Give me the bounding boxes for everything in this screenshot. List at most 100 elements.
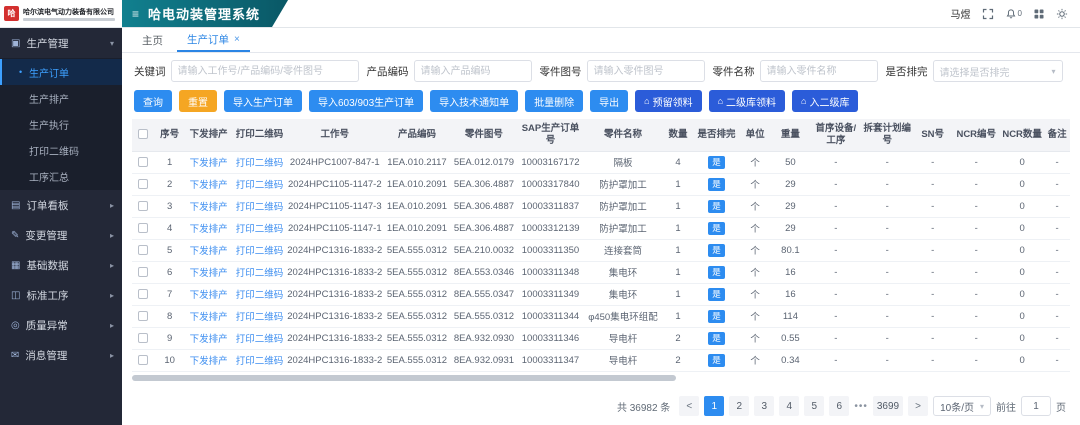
import-603-903-order-button[interactable]: 导入603/903生产订单	[309, 90, 423, 112]
secondary-store-picking-button[interactable]: ⌂二级库领料	[709, 90, 785, 112]
scheduled-badge: 是	[708, 178, 725, 191]
print-qrcode-link[interactable]: 打印二维码	[236, 290, 284, 301]
print-qrcode-link[interactable]: 打印二维码	[236, 224, 284, 235]
page-size-select[interactable]: 10条/页 ▾	[933, 396, 991, 416]
dispatch-link[interactable]: 下发排产	[190, 268, 228, 279]
print-qrcode-link[interactable]: 打印二维码	[236, 268, 284, 279]
sidebar-item-change-management[interactable]: ✎变更管理▸	[0, 220, 122, 250]
collapse-sidebar-icon[interactable]: ≡	[132, 7, 140, 21]
sidebar-subitem[interactable]: 打印二维码	[0, 137, 122, 163]
scheduled-select[interactable]: 请选择是否排完▾	[933, 60, 1063, 82]
row-checkbox[interactable]	[138, 333, 148, 343]
cell-seq: 7	[155, 283, 184, 305]
select-all-header	[132, 119, 155, 151]
tab-label: 主页	[142, 33, 163, 48]
page-button-1[interactable]: 1	[704, 396, 724, 416]
grid-icon[interactable]	[1033, 8, 1045, 20]
page-button-5[interactable]: 5	[804, 396, 824, 416]
row-checkbox[interactable]	[138, 245, 148, 255]
dispatch-link[interactable]: 下发排产	[190, 334, 228, 345]
dispatch-link[interactable]: 下发排产	[190, 246, 228, 257]
part-drawing-no-input[interactable]	[587, 60, 705, 82]
cell-ncr-no: -	[952, 173, 1000, 195]
reserve-picking-button[interactable]: ⌂预留领料	[635, 90, 701, 112]
filter-label: 是否排完	[886, 64, 928, 79]
sidebar-item-production[interactable]: ▣生产管理▾	[0, 28, 122, 58]
row-checkbox[interactable]	[138, 223, 148, 233]
page-button-3699[interactable]: 3699	[873, 396, 903, 416]
cell-product-code: 5EA.555.0312	[383, 239, 450, 261]
cell-print: 打印二维码	[233, 261, 286, 283]
tab-home[interactable]: 主页	[132, 28, 173, 52]
row-checkbox[interactable]	[138, 267, 148, 277]
cell-ncr-no: -	[952, 305, 1000, 327]
row-checkbox[interactable]	[138, 201, 148, 211]
row-checkbox[interactable]	[138, 289, 148, 299]
row-checkbox[interactable]	[138, 311, 148, 321]
cell-unit: 个	[740, 283, 771, 305]
cell-first-device: -	[810, 151, 861, 173]
row-checkbox[interactable]	[138, 355, 148, 365]
dispatch-link[interactable]: 下发排产	[190, 356, 228, 367]
part-name-input[interactable]	[760, 60, 878, 82]
dispatch-link[interactable]: 下发排产	[190, 202, 228, 213]
cell-weight: 0.55	[771, 327, 810, 349]
horizontal-scrollbar[interactable]	[132, 375, 676, 381]
keyword-input[interactable]	[171, 60, 359, 82]
column-header: 产品编码	[383, 119, 450, 151]
sidebar-subitem[interactable]: •生产订单	[0, 59, 122, 85]
print-qrcode-link[interactable]: 打印二维码	[236, 312, 284, 323]
column-header: 首序设备/工序	[810, 119, 861, 151]
sidebar-item-quality-exception[interactable]: ◎质量异常▸	[0, 310, 122, 340]
import-production-order-button[interactable]: 导入生产订单	[224, 90, 302, 112]
print-qrcode-link[interactable]: 打印二维码	[236, 180, 284, 191]
sidebar-menu: ▣生产管理▾•生产订单生产排产生产执行打印二维码工序汇总▤订单看板▸✎变更管理▸…	[0, 28, 122, 370]
print-qrcode-link[interactable]: 打印二维码	[236, 158, 284, 169]
export-button[interactable]: 导出	[590, 90, 628, 112]
row-checkbox[interactable]	[138, 157, 148, 167]
batch-delete-button[interactable]: 批量删除	[525, 90, 583, 112]
sidebar-subitem[interactable]: 生产执行	[0, 111, 122, 137]
select-all-checkbox[interactable]	[138, 129, 148, 139]
dispatch-link[interactable]: 下发排产	[190, 180, 228, 191]
cell-dispatch: 下发排产	[184, 261, 233, 283]
notification-icon[interactable]: 0	[1005, 8, 1022, 20]
print-qrcode-link[interactable]: 打印二维码	[236, 202, 284, 213]
page-button-2[interactable]: 2	[729, 396, 749, 416]
username[interactable]: 马煜	[951, 6, 971, 21]
sidebar-item-message-management[interactable]: ✉消息管理▸	[0, 340, 122, 370]
prev-page-button[interactable]: <	[679, 396, 699, 416]
product-code-input[interactable]	[414, 60, 532, 82]
cell-checkbox	[132, 151, 155, 173]
dispatch-link[interactable]: 下发排产	[190, 224, 228, 235]
close-icon[interactable]: ×	[234, 34, 240, 45]
page-button-3[interactable]: 3	[754, 396, 774, 416]
tab-production-order[interactable]: 生产订单×	[177, 28, 250, 52]
query-button[interactable]: 查询	[134, 90, 172, 112]
next-page-button[interactable]: >	[908, 396, 928, 416]
goto-page-input[interactable]	[1021, 396, 1051, 416]
settings-icon[interactable]	[1056, 8, 1068, 20]
row-checkbox[interactable]	[138, 179, 148, 189]
scheduled-badge: 是	[708, 310, 725, 323]
into-secondary-store-button[interactable]: ⌂入二级库	[792, 90, 858, 112]
print-qrcode-link[interactable]: 打印二维码	[236, 334, 284, 345]
print-qrcode-link[interactable]: 打印二维码	[236, 246, 284, 257]
page-button-6[interactable]: 6	[829, 396, 849, 416]
sidebar-item-order-board[interactable]: ▤订单看板▸	[0, 190, 122, 220]
sidebar-subitem[interactable]: 生产排产	[0, 85, 122, 111]
print-qrcode-link[interactable]: 打印二维码	[236, 356, 284, 367]
import-tech-notice-button[interactable]: 导入技术通知单	[430, 90, 518, 112]
sidebar-item-standard-process[interactable]: ◫标准工序▸	[0, 280, 122, 310]
fullscreen-icon[interactable]	[982, 8, 994, 20]
cell-seq: 3	[155, 195, 184, 217]
page-button-4[interactable]: 4	[779, 396, 799, 416]
sidebar-subitem[interactable]: 工序汇总	[0, 163, 122, 189]
reset-button[interactable]: 重置	[179, 90, 217, 112]
dispatch-link[interactable]: 下发排产	[190, 290, 228, 301]
dispatch-link[interactable]: 下发排产	[190, 158, 228, 169]
cell-work-no: 2024HPC1316-1833-2	[286, 327, 383, 349]
cell-qty: 1	[662, 305, 693, 327]
sidebar-item-base-data[interactable]: ▦基础数据▸	[0, 250, 122, 280]
dispatch-link[interactable]: 下发排产	[190, 312, 228, 323]
